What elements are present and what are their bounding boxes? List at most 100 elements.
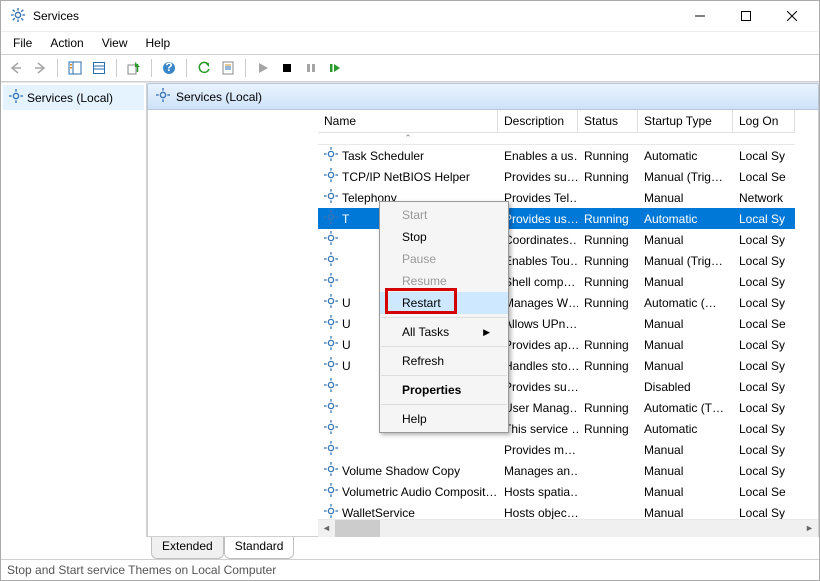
cell-desc[interactable]: Shell comp…	[498, 271, 578, 292]
cell-logon[interactable]: Network	[733, 187, 795, 208]
cell-logon[interactable]: Local Se	[733, 166, 795, 187]
cell-startup[interactable]: Manual (Trig…	[638, 166, 733, 187]
cell-desc[interactable]: Enables a us…	[498, 145, 578, 166]
cell-status[interactable]	[578, 481, 638, 502]
cell-startup[interactable]: Manual	[638, 355, 733, 376]
cell-desc[interactable]: Provides ap…	[498, 334, 578, 355]
cell-logon[interactable]: Local Sy	[733, 292, 795, 313]
cell-logon[interactable]: Local Sy	[733, 502, 795, 519]
cell-desc[interactable]: Hosts objec…	[498, 502, 578, 519]
ctx-properties[interactable]: Properties	[380, 379, 508, 401]
cell-name[interactable]: Volumetric Audio Composit…	[318, 481, 498, 502]
cell-startup[interactable]: Manual	[638, 334, 733, 355]
cell-name[interactable]: TCP/IP NetBIOS Helper	[318, 166, 498, 187]
cell-desc[interactable]: Coordinates…	[498, 229, 578, 250]
cell-status[interactable]: Running	[578, 292, 638, 313]
cell-logon[interactable]: Local Sy	[733, 271, 795, 292]
menu-file[interactable]: File	[5, 34, 40, 52]
cell-status[interactable]	[578, 439, 638, 460]
cell-startup[interactable]: Manual	[638, 460, 733, 481]
refresh-button[interactable]	[193, 57, 215, 79]
cell-logon[interactable]: Local Sy	[733, 229, 795, 250]
cell-logon[interactable]: Local Sy	[733, 439, 795, 460]
cell-name[interactable]: Volume Shadow Copy	[318, 460, 498, 481]
maximize-button[interactable]	[723, 1, 769, 31]
cell-desc[interactable]: User Manag…	[498, 397, 578, 418]
ctx-help[interactable]: Help	[380, 408, 508, 430]
cell-startup[interactable]: Manual	[638, 502, 733, 519]
cell-startup[interactable]: Automatic (…	[638, 292, 733, 313]
cell-desc[interactable]: Handles sto…	[498, 355, 578, 376]
cell-status[interactable]: Running	[578, 229, 638, 250]
cell-logon[interactable]: Local Sy	[733, 208, 795, 229]
cell-startup[interactable]: Manual	[638, 481, 733, 502]
cell-status[interactable]: Running	[578, 166, 638, 187]
cell-status[interactable]	[578, 376, 638, 397]
cell-status[interactable]	[578, 460, 638, 481]
ctx-all-tasks[interactable]: All Tasks▶	[380, 321, 508, 343]
column-description[interactable]: Description	[498, 110, 578, 133]
cell-name[interactable]: Task Scheduler	[318, 145, 498, 166]
cell-name[interactable]: WalletService	[318, 502, 498, 519]
column-name[interactable]: Name	[318, 110, 498, 133]
cell-status[interactable]: Running	[578, 418, 638, 439]
tab-extended[interactable]: Extended	[151, 537, 224, 559]
cell-logon[interactable]: Local Sy	[733, 355, 795, 376]
cell-status[interactable]: Running	[578, 250, 638, 271]
cell-status[interactable]	[578, 502, 638, 519]
close-button[interactable]	[769, 1, 815, 31]
cell-logon[interactable]: Local Se	[733, 481, 795, 502]
tab-standard[interactable]: Standard	[224, 537, 295, 559]
cell-status[interactable]	[578, 313, 638, 334]
forward-button[interactable]	[29, 57, 51, 79]
properties-button[interactable]	[217, 57, 239, 79]
cell-desc[interactable]: Manages an…	[498, 460, 578, 481]
cell-status[interactable]: Running	[578, 208, 638, 229]
tree-services-local[interactable]: Services (Local)	[3, 85, 144, 110]
cell-desc[interactable]: This service …	[498, 418, 578, 439]
cell-startup[interactable]: Automatic (T…	[638, 397, 733, 418]
cell-logon[interactable]: Local Se	[733, 313, 795, 334]
ctx-restart[interactable]: Restart	[380, 292, 508, 314]
cell-logon[interactable]: Local Sy	[733, 376, 795, 397]
cell-startup[interactable]: Manual	[638, 187, 733, 208]
cell-desc[interactable]: Provides m…	[498, 439, 578, 460]
cell-startup[interactable]: Manual (Trig…	[638, 250, 733, 271]
cell-logon[interactable]: Local Sy	[733, 250, 795, 271]
start-service-button[interactable]	[252, 57, 274, 79]
horizontal-scrollbar[interactable]: ◄ ►	[318, 519, 818, 536]
cell-logon[interactable]: Local Sy	[733, 145, 795, 166]
stop-service-button[interactable]	[276, 57, 298, 79]
cell-desc[interactable]: Allows UPn…	[498, 313, 578, 334]
cell-startup[interactable]: Manual	[638, 229, 733, 250]
ctx-refresh[interactable]: Refresh	[380, 350, 508, 372]
details-view-button[interactable]	[88, 57, 110, 79]
cell-startup[interactable]: Manual	[638, 313, 733, 334]
cell-status[interactable]: Running	[578, 145, 638, 166]
cell-status[interactable]: Running	[578, 334, 638, 355]
column-startup[interactable]: Startup Type	[638, 110, 733, 133]
show-hide-tree-button[interactable]	[64, 57, 86, 79]
scroll-left-button[interactable]: ◄	[318, 520, 335, 537]
cell-desc[interactable]: Provides su…	[498, 166, 578, 187]
restart-service-button[interactable]	[324, 57, 346, 79]
cell-startup[interactable]: Disabled	[638, 376, 733, 397]
cell-startup[interactable]: Automatic	[638, 145, 733, 166]
cell-startup[interactable]: Automatic	[638, 208, 733, 229]
ctx-stop[interactable]: Stop	[380, 226, 508, 248]
scroll-thumb[interactable]	[335, 520, 380, 537]
cell-logon[interactable]: Local Sy	[733, 460, 795, 481]
scroll-right-button[interactable]: ►	[801, 520, 818, 537]
cell-status[interactable]: Running	[578, 397, 638, 418]
cell-status[interactable]: Running	[578, 355, 638, 376]
cell-startup[interactable]: Manual	[638, 439, 733, 460]
pause-service-button[interactable]	[300, 57, 322, 79]
cell-desc[interactable]: Provides us…	[498, 208, 578, 229]
cell-status[interactable]	[578, 187, 638, 208]
cell-desc[interactable]: Enables Tou…	[498, 250, 578, 271]
cell-desc[interactable]: Provides Tel…	[498, 187, 578, 208]
cell-desc[interactable]: Provides su…	[498, 376, 578, 397]
cell-logon[interactable]: Local Sy	[733, 418, 795, 439]
cell-name[interactable]	[318, 439, 498, 460]
minimize-button[interactable]	[677, 1, 723, 31]
